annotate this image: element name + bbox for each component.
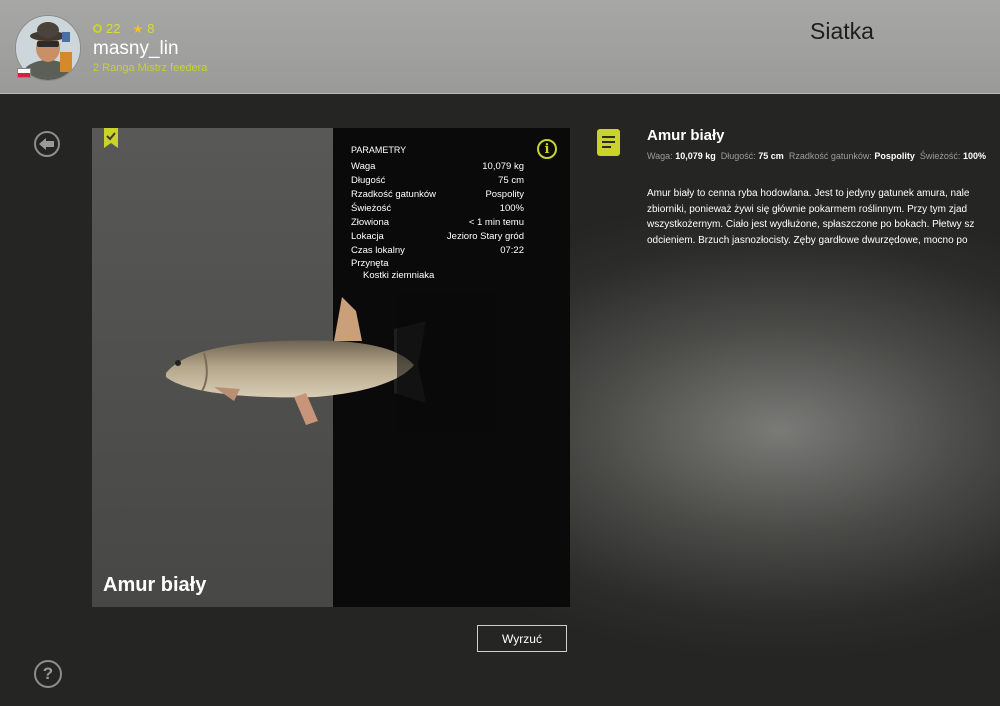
- param-value: Jezioro Stary gród: [446, 231, 524, 242]
- level-icon: [93, 24, 102, 33]
- back-button[interactable]: [34, 131, 60, 157]
- summary-label: Waga:: [647, 151, 673, 161]
- param-value: 100%: [499, 203, 524, 214]
- parameters-title: PARAMETRY: [351, 145, 407, 155]
- param-row: Lokacja Jezioro Stary gród: [351, 230, 524, 244]
- summary-label: Rzadkość gatunków:: [788, 151, 872, 161]
- description-line: Amur biały to cenna ryba hodowlana. Jest…: [647, 188, 970, 199]
- description-title: Amur biały: [647, 127, 725, 144]
- param-row: Waga 10,079 kg: [351, 160, 524, 174]
- description-line: zbiorniki, ponieważ żywi się głównie pok…: [647, 203, 968, 215]
- document-icon: [597, 129, 620, 156]
- param-value: Pospolity: [485, 189, 524, 200]
- bait-label: Przynęta: [351, 258, 389, 269]
- summary-value: 75 cm: [758, 151, 784, 161]
- param-label: Świeżość: [351, 203, 392, 214]
- description-text: Amur biały to cenna ryba hodowlana. Jest…: [647, 186, 1000, 248]
- param-row: Złowiona < 1 min temu: [351, 216, 524, 230]
- summary-label: Długość:: [720, 151, 756, 161]
- description-body: Amur biały to cenna ryba hodowlana. Jest…: [647, 186, 1000, 248]
- param-label: Rzadkość gatunków: [351, 189, 437, 200]
- param-label: Lokacja: [351, 231, 384, 242]
- summary-value: 100%: [962, 151, 986, 161]
- screen-title: Siatka: [810, 18, 874, 44]
- param-value: < 1 min temu: [468, 217, 524, 228]
- summary-value: Pospolity: [874, 151, 915, 161]
- level-value: 22: [106, 21, 121, 36]
- bait-value: Kostki ziemniaka: [363, 270, 435, 281]
- player-rank: 2 Ranga Mistrz feedera: [93, 62, 208, 74]
- summary-label: Świeżość:: [919, 151, 961, 161]
- bait-info: Przynęta Kostki ziemniaka: [351, 258, 434, 282]
- discard-button[interactable]: Wyrzuć: [477, 625, 567, 652]
- country-flag-icon: [17, 68, 31, 78]
- back-arrow-icon: [39, 138, 54, 150]
- star-icon: ★: [132, 21, 144, 36]
- param-row: Długość 75 cm: [351, 174, 524, 188]
- description-summary: Waga: 10,079 kg Długość: 75 cm Rzadkość …: [647, 151, 986, 161]
- bookmark-icon[interactable]: [104, 128, 118, 148]
- param-value: 75 cm: [498, 175, 524, 186]
- param-label: Złowiona: [351, 217, 390, 228]
- param-value: 10,079 kg: [482, 161, 524, 172]
- username: masny_lin: [93, 38, 179, 59]
- player-stats: 22 ★ 8: [93, 21, 154, 36]
- description-line: wszystkożernym. Ciało jest wydłużone, sp…: [647, 219, 975, 230]
- param-row: Czas lokalny 07:22: [351, 244, 524, 258]
- description-line: odcieniem. Brzuch jasnozłocisty. Zęby ga…: [647, 234, 968, 246]
- parameters-list: Waga 10,079 kg Długość 75 cm Rzadkość gatu…: [351, 160, 524, 258]
- param-row: Świeżość 100%: [351, 202, 524, 216]
- fish-image: [166, 293, 496, 433]
- param-label: Czas lokalny: [351, 245, 405, 256]
- help-icon: ?: [42, 664, 54, 683]
- param-row: Rzadkość gatunków Pospolity: [351, 188, 524, 202]
- param-value: 07:22: [500, 245, 524, 256]
- help-button[interactable]: ?: [34, 660, 62, 688]
- param-label: Długość: [351, 175, 386, 186]
- param-label: Waga: [351, 161, 376, 172]
- fish-name: Amur biały: [103, 574, 207, 596]
- info-icon[interactable]: i: [537, 139, 557, 159]
- stars-value: 8: [147, 21, 155, 36]
- top-bar: 22 ★ 8 masny_lin 2 Ranga Mistrz feedera …: [0, 0, 1000, 94]
- fish-card: Amur biały PARAMETRY i Waga 10,079 kg Dłu…: [92, 128, 570, 607]
- summary-value: 10,079 kg: [675, 151, 716, 161]
